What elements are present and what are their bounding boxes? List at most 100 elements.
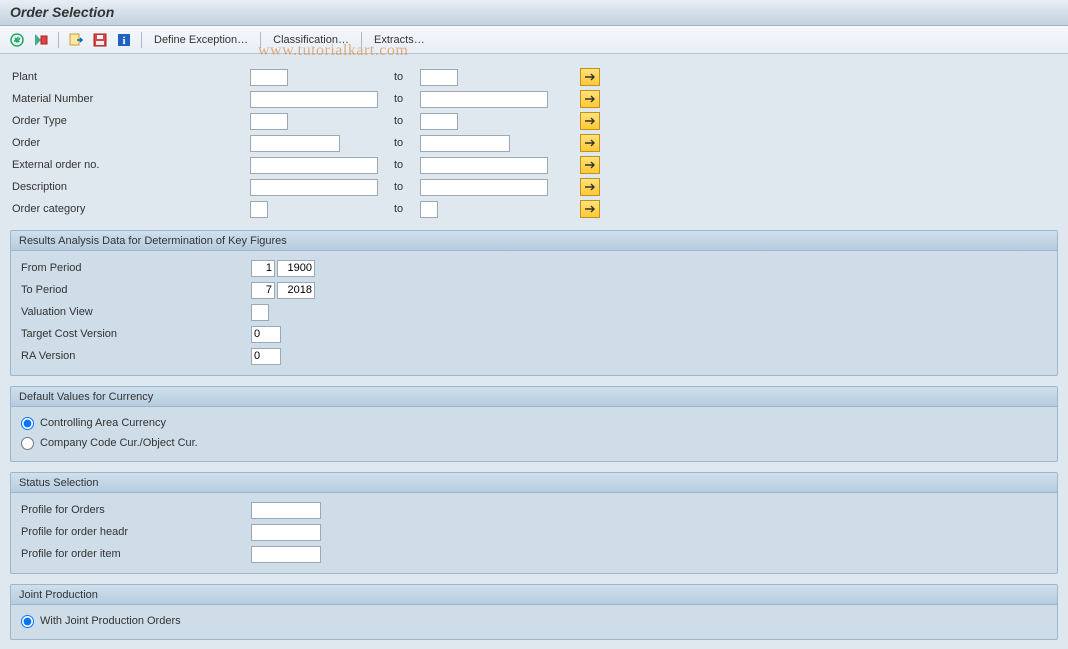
label-order-category: Order category bbox=[10, 203, 250, 215]
ra-version-input[interactable] bbox=[251, 348, 281, 365]
label-order: Order bbox=[10, 137, 250, 149]
multiple-selection-button[interactable] bbox=[580, 156, 600, 174]
label-profile-headr: Profile for order headr bbox=[21, 526, 251, 538]
from-period-year-input[interactable] bbox=[277, 260, 315, 277]
plant-from-input[interactable] bbox=[250, 69, 288, 86]
label-material-number: Material Number bbox=[10, 93, 250, 105]
order-category-from-input[interactable] bbox=[250, 201, 268, 218]
row-profile-item: Profile for order item bbox=[21, 543, 1047, 565]
material-to-input[interactable] bbox=[420, 91, 548, 108]
from-period-month-input[interactable] bbox=[251, 260, 275, 277]
status-selection-header: Status Selection bbox=[11, 473, 1057, 493]
currency-header: Default Values for Currency bbox=[11, 387, 1057, 407]
valuation-view-input[interactable] bbox=[251, 304, 269, 321]
order-category-to-input[interactable] bbox=[420, 201, 438, 218]
results-analysis-header: Results Analysis Data for Determination … bbox=[11, 231, 1057, 251]
currency-group: Default Values for Currency Controlling … bbox=[10, 386, 1058, 462]
to-label: to bbox=[388, 115, 420, 127]
to-label: to bbox=[388, 159, 420, 171]
description-from-input[interactable] bbox=[250, 179, 378, 196]
row-target-cost-version: Target Cost Version bbox=[21, 323, 1047, 345]
to-label: to bbox=[388, 71, 420, 83]
row-valuation-view: Valuation View bbox=[21, 301, 1047, 323]
radio-with-joint-production[interactable]: With Joint Production Orders bbox=[21, 611, 1047, 631]
to-label: to bbox=[388, 203, 420, 215]
target-cost-input[interactable] bbox=[251, 326, 281, 343]
label-target-cost-version: Target Cost Version bbox=[21, 328, 251, 340]
order-to-input[interactable] bbox=[420, 135, 510, 152]
toolbar-separator bbox=[58, 32, 59, 48]
row-to-period: To Period bbox=[21, 279, 1047, 301]
multiple-selection-button[interactable] bbox=[580, 200, 600, 218]
row-material-number: Material Number to bbox=[10, 88, 1058, 110]
to-period-month-input[interactable] bbox=[251, 282, 275, 299]
execute-icon[interactable] bbox=[8, 31, 26, 49]
company-code-label: Company Code Cur./Object Cur. bbox=[40, 437, 198, 449]
to-label: to bbox=[388, 93, 420, 105]
radio-controlling-area[interactable]: Controlling Area Currency bbox=[21, 413, 1047, 433]
label-valuation-view: Valuation View bbox=[21, 306, 251, 318]
multiple-selection-button[interactable] bbox=[580, 134, 600, 152]
label-ra-version: RA Version bbox=[21, 350, 251, 362]
company-code-radio[interactable] bbox=[21, 437, 34, 450]
row-order-type: Order Type to bbox=[10, 110, 1058, 132]
execute-print-icon[interactable] bbox=[32, 31, 50, 49]
label-profile-item: Profile for order item bbox=[21, 548, 251, 560]
row-order: Order to bbox=[10, 132, 1058, 154]
info-icon[interactable]: i bbox=[115, 31, 133, 49]
controlling-area-label: Controlling Area Currency bbox=[40, 417, 166, 429]
page-title: Order Selection bbox=[10, 4, 1058, 20]
selection-criteria: Plant to Material Number to Order Type t… bbox=[10, 66, 1058, 220]
multiple-selection-button[interactable] bbox=[580, 178, 600, 196]
classification-button[interactable]: Classification… bbox=[269, 34, 353, 46]
svg-text:i: i bbox=[122, 35, 125, 47]
ext-order-from-input[interactable] bbox=[250, 157, 378, 174]
toolbar-separator bbox=[361, 32, 362, 48]
order-from-input[interactable] bbox=[250, 135, 340, 152]
profile-headr-input[interactable] bbox=[251, 524, 321, 541]
label-plant: Plant bbox=[10, 71, 250, 83]
row-plant: Plant to bbox=[10, 66, 1058, 88]
row-from-period: From Period bbox=[21, 257, 1047, 279]
multiple-selection-button[interactable] bbox=[580, 90, 600, 108]
order-type-from-input[interactable] bbox=[250, 113, 288, 130]
with-joint-production-label: With Joint Production Orders bbox=[40, 615, 181, 627]
label-external-order-no: External order no. bbox=[10, 159, 250, 171]
row-external-order-no: External order no. to bbox=[10, 154, 1058, 176]
label-order-type: Order Type bbox=[10, 115, 250, 127]
controlling-area-radio[interactable] bbox=[21, 417, 34, 430]
to-label: to bbox=[388, 181, 420, 193]
content-area: Plant to Material Number to Order Type t… bbox=[0, 54, 1068, 649]
get-variant-icon[interactable] bbox=[67, 31, 85, 49]
order-type-to-input[interactable] bbox=[420, 113, 458, 130]
status-selection-group: Status Selection Profile for Orders Prof… bbox=[10, 472, 1058, 574]
application-toolbar: i Define Exception… Classification… Extr… bbox=[0, 26, 1068, 54]
row-ra-version: RA Version bbox=[21, 345, 1047, 367]
to-label: to bbox=[388, 137, 420, 149]
multiple-selection-button[interactable] bbox=[580, 112, 600, 130]
row-profile-orders: Profile for Orders bbox=[21, 499, 1047, 521]
save-icon[interactable] bbox=[91, 31, 109, 49]
label-from-period: From Period bbox=[21, 262, 251, 274]
to-period-year-input[interactable] bbox=[277, 282, 315, 299]
toolbar-separator bbox=[141, 32, 142, 48]
joint-production-group: Joint Production With Joint Production O… bbox=[10, 584, 1058, 640]
radio-company-code[interactable]: Company Code Cur./Object Cur. bbox=[21, 433, 1047, 453]
multiple-selection-button[interactable] bbox=[580, 68, 600, 86]
ext-order-to-input[interactable] bbox=[420, 157, 548, 174]
joint-production-header: Joint Production bbox=[11, 585, 1057, 605]
description-to-input[interactable] bbox=[420, 179, 548, 196]
define-exception-button[interactable]: Define Exception… bbox=[150, 34, 252, 46]
profile-item-input[interactable] bbox=[251, 546, 321, 563]
title-bar: Order Selection bbox=[0, 0, 1068, 26]
row-order-category: Order category to bbox=[10, 198, 1058, 220]
row-profile-headr: Profile for order headr bbox=[21, 521, 1047, 543]
plant-to-input[interactable] bbox=[420, 69, 458, 86]
with-joint-production-radio[interactable] bbox=[21, 615, 34, 628]
row-description: Description to bbox=[10, 176, 1058, 198]
label-description: Description bbox=[10, 181, 250, 193]
extracts-button[interactable]: Extracts… bbox=[370, 34, 429, 46]
profile-orders-input[interactable] bbox=[251, 502, 321, 519]
toolbar-separator bbox=[260, 32, 261, 48]
material-from-input[interactable] bbox=[250, 91, 378, 108]
